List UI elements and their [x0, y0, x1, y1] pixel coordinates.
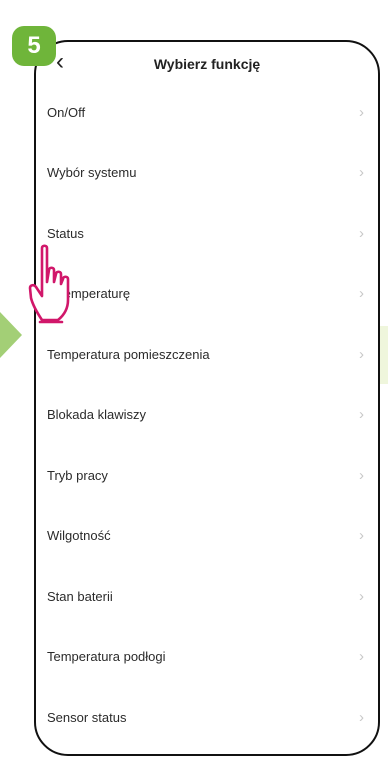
header: ‹ Wybierz funkcję: [36, 42, 378, 82]
chevron-right-icon: ›: [359, 345, 364, 363]
step-number-badge: 5: [12, 26, 56, 66]
list-item[interactable]: Stan baterii ›: [36, 566, 378, 627]
tap-hand-icon: [28, 244, 70, 324]
list-item[interactable]: Tryb pracy ›: [36, 445, 378, 506]
chevron-right-icon: ›: [359, 466, 364, 484]
chevron-right-icon: ›: [359, 648, 364, 666]
list-item-label: Temperatura podłogi: [47, 649, 166, 665]
list-item[interactable]: w temperaturę ›: [36, 264, 378, 325]
list-item[interactable]: Temperatura pomieszczenia ›: [36, 324, 378, 385]
page-title: Wybierz funkcję: [153, 56, 261, 72]
list-item-label: Stan baterii: [47, 588, 113, 604]
chevron-right-icon: ›: [359, 164, 364, 182]
list-item[interactable]: Wybór systemu ›: [36, 143, 378, 204]
list-item-label: Status: [47, 225, 84, 241]
chevron-right-icon: ›: [359, 587, 364, 605]
list-item[interactable]: Sensor status ›: [36, 687, 378, 748]
chevron-right-icon: ›: [359, 224, 364, 242]
list-item[interactable]: Blokada klawiszy ›: [36, 385, 378, 446]
chevron-right-icon: ›: [359, 527, 364, 545]
list-item[interactable]: On/Off ›: [36, 82, 378, 143]
list-item-label: On/Off: [47, 104, 86, 120]
list-item[interactable]: Temperatura podłogi ›: [36, 627, 378, 688]
list-item-label: Temperatura pomieszczenia: [47, 346, 210, 362]
phone-frame: ‹ Wybierz funkcję On/Off › Wybór systemu › S…: [34, 40, 380, 756]
chevron-right-icon: ›: [359, 285, 364, 303]
list-item[interactable]: Status ›: [36, 203, 378, 264]
list-item-label: Wybór systemu: [47, 165, 137, 181]
function-list: On/Off › Wybór systemu › Status › w temperatur…: [36, 82, 378, 748]
list-item-label: Sensor status: [47, 709, 127, 725]
list-item-label: Wilgotność: [47, 528, 111, 544]
chevron-right-icon: ›: [359, 708, 364, 726]
chevron-right-icon: ›: [359, 406, 364, 424]
list-item-label: Blokada klawiszy: [47, 407, 146, 423]
list-item-label: Tryb pracy: [47, 467, 108, 483]
list-item[interactable]: Wilgotność ›: [36, 506, 378, 567]
chevron-right-icon: ›: [359, 103, 364, 121]
left-arrow-pointer: [0, 312, 22, 358]
